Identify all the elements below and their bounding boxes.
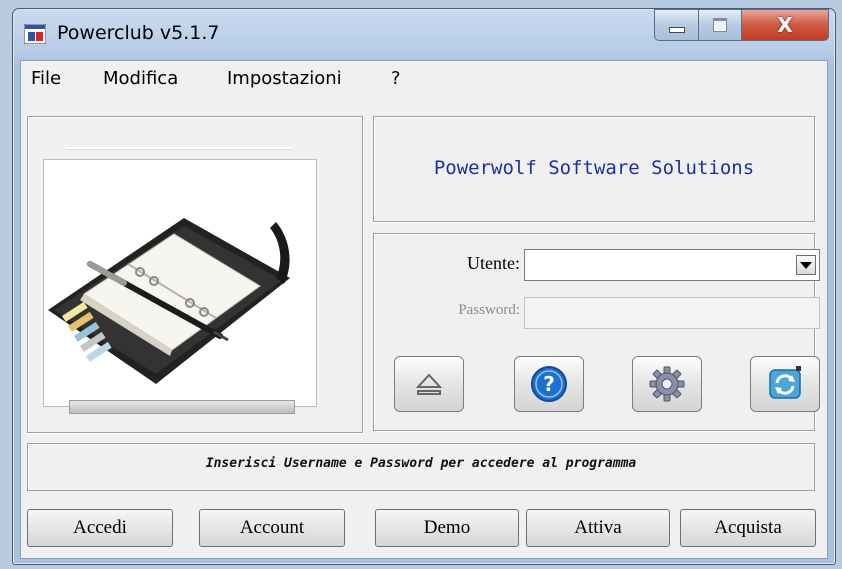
image-bottom-bar xyxy=(69,400,295,414)
eject-button[interactable] xyxy=(394,356,464,412)
user-label: Utente: xyxy=(467,253,520,273)
menu-help[interactable]: ? xyxy=(391,68,401,89)
gear-icon xyxy=(649,366,685,402)
app-window: Powerclub v5.1.7 X File Modifica Imposta… xyxy=(12,8,836,565)
help-icon: ? xyxy=(531,366,567,402)
menu-file[interactable]: File xyxy=(31,68,61,89)
title-bar[interactable]: Powerclub v5.1.7 X xyxy=(13,9,835,59)
dropdown-button[interactable] xyxy=(796,255,816,275)
refresh-button[interactable] xyxy=(750,356,820,412)
user-combobox[interactable] xyxy=(524,249,820,281)
company-name: Powerwolf Software Solutions xyxy=(433,157,755,179)
svg-text:?: ? xyxy=(543,372,555,396)
organizer-image xyxy=(43,159,317,407)
close-button[interactable]: X xyxy=(742,9,829,41)
password-label: Password: xyxy=(458,302,520,318)
organizer-illustration xyxy=(48,218,290,384)
chevron-down-icon xyxy=(800,261,812,269)
accedi-button[interactable]: Accedi xyxy=(27,509,173,547)
settings-button[interactable] xyxy=(632,356,702,412)
status-box: Inserisci Username e Password per accede… xyxy=(27,443,815,491)
close-icon: X xyxy=(777,13,793,37)
menu-impostazioni[interactable]: Impostazioni xyxy=(227,68,342,89)
password-field[interactable] xyxy=(524,297,820,329)
image-panel xyxy=(27,116,363,433)
attiva-button[interactable]: Attiva xyxy=(526,509,670,547)
status-message: Inserisci Username e Password per accede… xyxy=(205,456,637,471)
menu-bar: File Modifica Impostazioni ? xyxy=(21,61,827,97)
menu-modifica[interactable]: Modifica xyxy=(103,68,178,89)
demo-button[interactable]: Demo xyxy=(375,509,519,547)
image-top-line xyxy=(66,147,292,150)
help-button[interactable]: ? xyxy=(514,356,584,412)
account-button[interactable]: Account xyxy=(199,509,345,547)
window-title: Powerclub v5.1.7 xyxy=(57,22,220,44)
company-panel: Powerwolf Software Solutions xyxy=(373,116,815,222)
minimize-icon xyxy=(668,27,685,33)
acquista-button[interactable]: Acquista xyxy=(680,509,816,547)
eject-icon xyxy=(415,373,443,395)
maximize-icon xyxy=(713,18,727,32)
minimize-button[interactable] xyxy=(654,9,699,41)
app-icon xyxy=(24,24,46,44)
maximize-button[interactable] xyxy=(699,9,742,41)
client-area: File Modifica Impostazioni ? Powerwolf S… xyxy=(20,60,828,559)
login-panel: Utente: Password: ? xyxy=(373,233,820,431)
refresh-icon xyxy=(769,366,801,399)
